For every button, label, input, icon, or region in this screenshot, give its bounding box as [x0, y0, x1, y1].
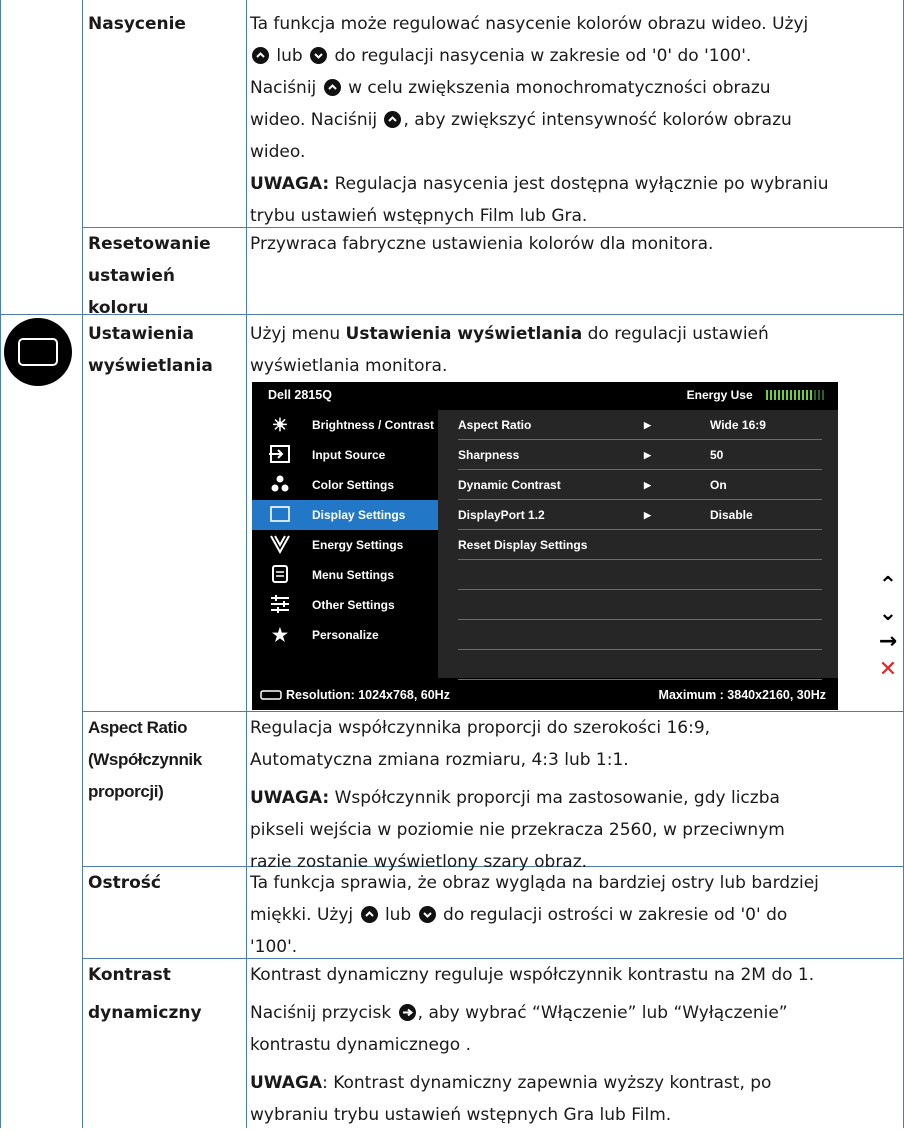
osd-menu-item-personalize[interactable]: ★ Personalize — [252, 620, 438, 650]
row-desc-ostrosc: Ta funkcja sprawia, że obraz wygląda na … — [250, 873, 819, 957]
osd-item-dynamic-contrast[interactable]: Dynamic Contrast ▶ On — [458, 470, 822, 500]
osd-empty-row — [458, 560, 822, 590]
right-arrow-icon: → — [878, 629, 898, 654]
osd-empty-row — [458, 650, 822, 680]
up-button-icon — [384, 111, 402, 128]
row-desc-reset: Przywraca fabryczne ustawienia kolorów d… — [250, 234, 714, 254]
osd-footer: Resolution: 1024x768, 60Hz Maximum : 384… — [252, 680, 838, 710]
row-desc-kontrast: Kontrast dynamiczny reguluje współczynni… — [250, 965, 815, 1125]
osd-item-reset-display[interactable]: Reset Display Settings — [458, 530, 822, 560]
color-settings-icon — [268, 474, 292, 496]
osd-menu-item-other[interactable]: Other Settings — [252, 590, 438, 620]
brightness-icon: ☀ — [271, 415, 289, 435]
row-name-kontrast: Kontrast dynamiczny — [88, 965, 202, 1023]
osd-empty-row — [458, 590, 822, 620]
triangle-right-icon: ▶ — [644, 480, 651, 490]
osd-menu-item-color[interactable]: Color Settings — [252, 470, 438, 500]
input-source-icon — [268, 444, 292, 466]
row-desc-nasycenie: Ta funkcja może regulować nasycenie kolo… — [250, 14, 829, 226]
osd-energy-use: Energy Use — [687, 388, 826, 403]
osd-main-menu: ☀ Brightness / Contrast Input Source Colo… — [252, 410, 438, 650]
osd-model: Dell 2815Q — [268, 388, 332, 402]
osd-submenu-panel: Aspect Ratio ▶ Wide 16:9 Sharpness ▶ 50 Dyna… — [438, 410, 838, 680]
up-button-icon — [252, 47, 269, 64]
display-settings-icon — [268, 504, 292, 526]
close-icon: ✕ — [878, 657, 898, 682]
hdmi-icon — [260, 690, 282, 700]
row-name-display: Ustawienia wyświetlania — [88, 324, 213, 376]
row-desc-display: Użyj menu Ustawienia wyświetlania do reg… — [250, 324, 769, 376]
up-button-icon — [360, 906, 378, 923]
display-settings-icon — [4, 318, 72, 386]
other-settings-icon — [268, 594, 292, 616]
energy-settings-icon — [268, 534, 292, 556]
osd-item-displayport[interactable]: DisplayPort 1.2 ▶ Disable — [458, 500, 822, 530]
table-border-left — [0, 0, 1, 1128]
triangle-right-icon: ▶ — [644, 420, 651, 430]
energy-bars — [766, 389, 826, 403]
triangle-right-icon: ▶ — [644, 510, 651, 520]
triangle-right-icon: ▶ — [644, 450, 651, 460]
row-name-ostrosc: Ostrość — [88, 873, 161, 893]
osd-menu-item-input-source[interactable]: Input Source — [252, 440, 438, 470]
down-button-icon — [418, 906, 436, 923]
up-button-icon — [323, 79, 341, 96]
osd-menu-item-brightness[interactable]: ☀ Brightness / Contrast — [252, 410, 438, 440]
osd-empty-row — [458, 620, 822, 650]
menu-settings-icon — [268, 564, 292, 586]
down-button-icon — [310, 47, 328, 64]
right-button-icon — [398, 1004, 416, 1021]
osd-menu-item-display[interactable]: Display Settings — [252, 500, 438, 530]
up-arrow-icon: ⌃ — [878, 573, 898, 598]
star-icon: ★ — [271, 625, 289, 645]
down-arrow-icon: ⌄ — [878, 601, 898, 626]
osd-menu-item-energy[interactable]: Energy Settings — [252, 530, 438, 560]
row-name-reset: Resetowanie ustawień koloru — [88, 234, 211, 318]
osd-item-aspect-ratio[interactable]: Aspect Ratio ▶ Wide 16:9 — [458, 410, 822, 440]
osd-menu-screenshot: Dell 2815Q Energy Use ☀ Brightness / Cont… — [252, 382, 838, 710]
osd-item-sharpness[interactable]: Sharpness ▶ 50 — [458, 440, 822, 470]
row-name-aspect-ratio: Aspect Ratio (Współczynnik proporcji) — [88, 718, 202, 801]
osd-menu-item-menu[interactable]: Menu Settings — [252, 560, 438, 590]
row-name-nasycenie: Nasycenie — [88, 14, 186, 34]
osd-nav-buttons: ⌃ ⌄ → ✕ — [872, 572, 904, 684]
row-desc-aspect-ratio: Regulacja współczynnika proporcji do sze… — [250, 718, 785, 872]
